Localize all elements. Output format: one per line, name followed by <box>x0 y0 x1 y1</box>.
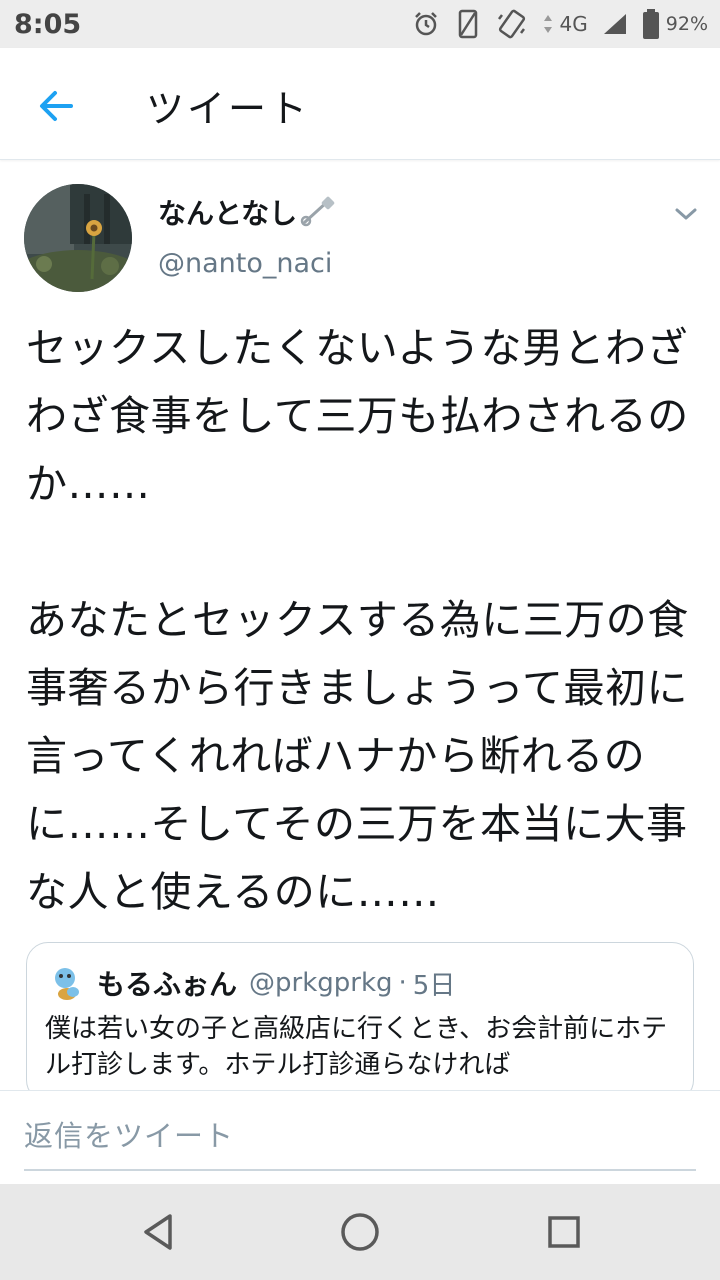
author-name-text: なんとなし <box>158 197 298 230</box>
nav-home-button[interactable] <box>336 1208 384 1256</box>
alarm-icon <box>412 10 440 38</box>
quoted-author-name: もるふぉん <box>97 968 238 1001</box>
network-label: 4G <box>559 12 588 36</box>
signal-icon <box>542 13 554 35</box>
quoted-author-handle: @prkgprkg <box>249 968 393 998</box>
quoted-tweet[interactable]: もるふぉん @prkgprkg · 5日 僕は若い女の子と高級店に行くとき、お会… <box>26 942 694 1102</box>
battery-icon <box>642 9 659 39</box>
back-triangle-icon <box>144 1214 172 1250</box>
status-time: 8:05 <box>14 8 82 40</box>
quoted-tweet-text: 僕は若い女の子と高級店に行くとき、お会計前にホテル打診します。ホテル打診通らなけ… <box>45 1014 668 1080</box>
arrow-left-icon <box>40 91 73 121</box>
nav-back-button[interactable] <box>134 1208 182 1256</box>
back-button[interactable] <box>34 84 78 128</box>
status-bar: 8:05 4G 92% <box>0 0 720 48</box>
home-circle-icon <box>341 1213 379 1251</box>
author-avatar[interactable] <box>24 184 132 292</box>
tweet-menu-button[interactable] <box>672 200 700 228</box>
reply-input[interactable]: 返信をツイート <box>24 1113 696 1171</box>
tweet-text: セックスしたくないような男とわざわざ食事をして三万も払わされるのか…… あなたと… <box>26 324 689 916</box>
battery: 92% <box>642 8 708 40</box>
cell-signal-icon <box>602 12 628 36</box>
quoted-time: 5日 <box>412 970 456 1001</box>
recents-square-icon <box>548 1216 580 1248</box>
quoted-author-avatar <box>47 964 85 1002</box>
quoted-tweet-header: もるふぉん @prkgprkg · 5日 <box>47 963 455 1003</box>
page-title: ツイート <box>146 87 311 131</box>
chevron-down-icon <box>675 208 697 220</box>
nav-recents-button[interactable] <box>540 1208 588 1256</box>
quoted-separator: · <box>398 968 407 998</box>
app-header: ツイート <box>0 48 720 160</box>
author-name[interactable]: なんとなし <box>158 192 335 232</box>
reply-bar: 返信をツイート <box>0 1090 720 1185</box>
author-handle: @nanto_naci <box>158 248 333 279</box>
rotation-icon <box>496 9 528 39</box>
battery-percent: 92% <box>665 13 708 35</box>
vibrate-icon <box>454 9 482 39</box>
status-icons: 4G 92% <box>412 8 708 40</box>
navigation-bar <box>0 1184 720 1280</box>
safety-pin-icon <box>300 196 335 227</box>
